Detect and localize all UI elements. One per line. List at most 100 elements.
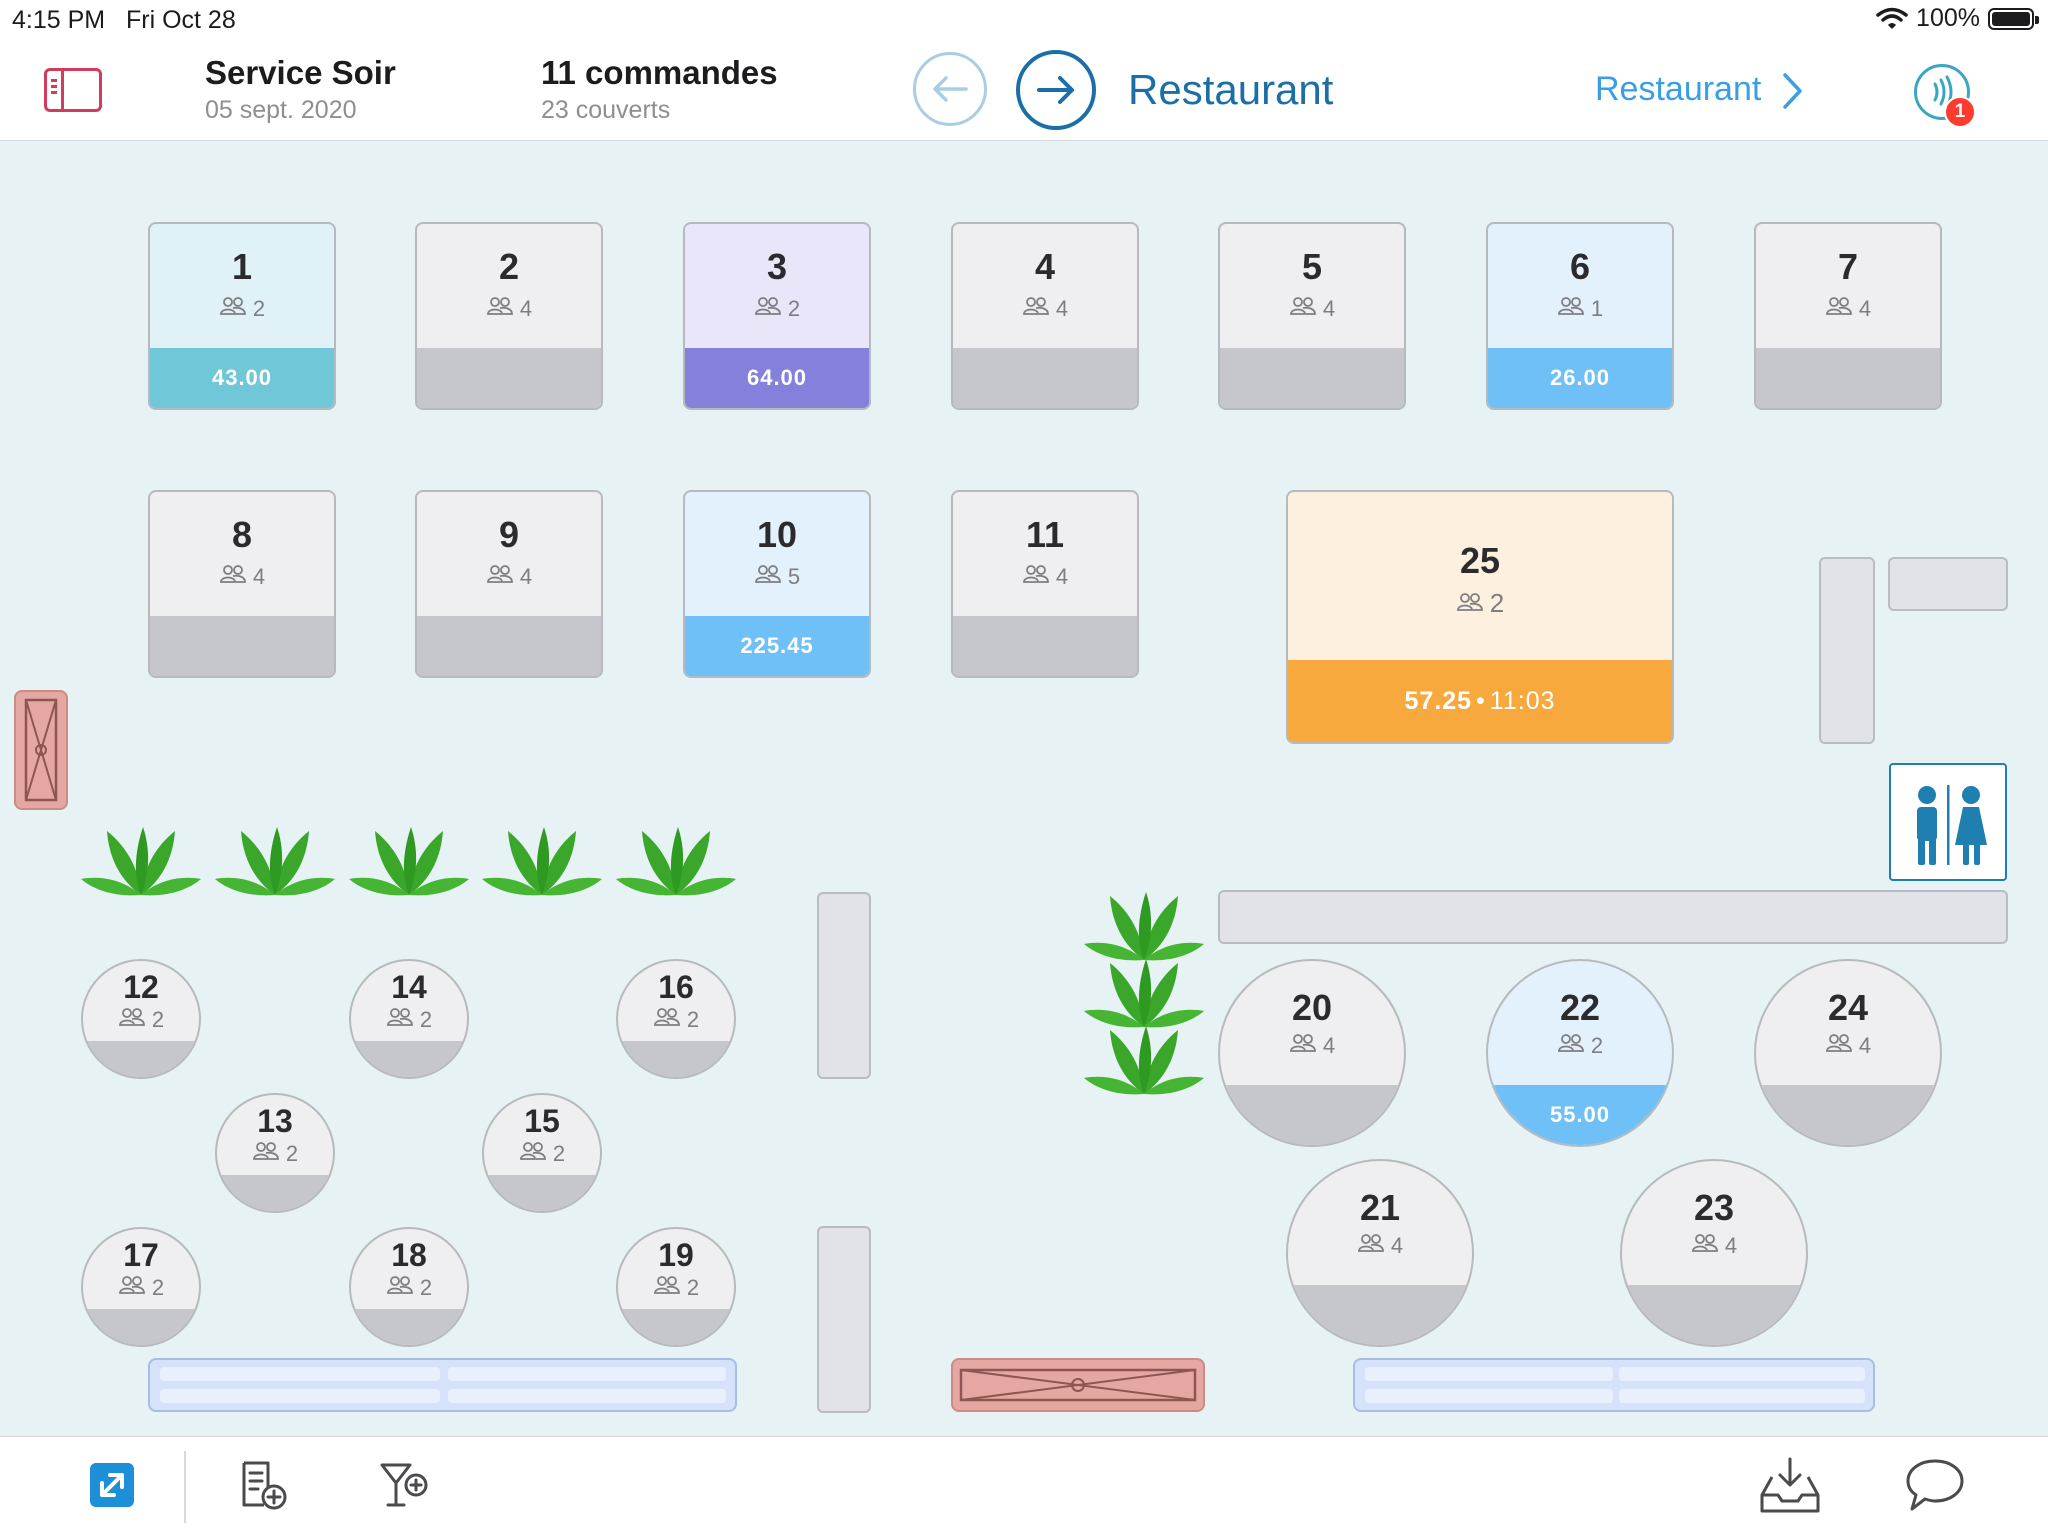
table-2[interactable]: 24 (415, 222, 603, 410)
covers-value: 2 (1590, 1033, 1604, 1058)
people-icon (486, 296, 514, 322)
table-6[interactable]: 6 1 26.00 (1486, 222, 1674, 410)
table-15[interactable]: 15 2 (482, 1093, 602, 1213)
people-icon (519, 1141, 547, 1167)
table-number: 6 (1569, 246, 1591, 287)
next-room-button[interactable] (1016, 50, 1096, 130)
table-23[interactable]: 23 4 (1620, 1159, 1808, 1347)
table-8[interactable]: 84 (148, 490, 336, 678)
table-covers: 4 (953, 296, 1137, 322)
table-number: 23 (1693, 1187, 1735, 1228)
table-covers: 4 (150, 564, 334, 590)
chat-bubble-icon[interactable] (1904, 1457, 1966, 1513)
table-number: 8 (231, 514, 253, 555)
table-covers: 2 (618, 1007, 734, 1033)
table-status-bar (150, 616, 334, 676)
people-icon (1557, 296, 1585, 322)
covers-count: 23 couverts (541, 96, 671, 124)
table-3[interactable]: 3 2 64.00 (683, 222, 871, 410)
table-12[interactable]: 12 2 (81, 959, 201, 1079)
people-icon (1557, 1033, 1585, 1059)
table-status-bar: 43.00 (150, 348, 334, 408)
status-date: Fri Oct 28 (126, 6, 236, 34)
table-14[interactable]: 14 2 (349, 959, 469, 1079)
table-status-bar: 57.25 • 11:03 (1288, 660, 1672, 742)
people-icon (1691, 1233, 1719, 1259)
table-status-bar (351, 1041, 467, 1077)
inbox-download-icon[interactable] (1758, 1455, 1822, 1515)
table-21[interactable]: 21 4 (1286, 1159, 1474, 1347)
table-9[interactable]: 94 (415, 490, 603, 678)
table-22[interactable]: 22 2 55.00 (1486, 959, 1674, 1147)
people-icon (252, 1141, 280, 1167)
table-status-bar (351, 1309, 467, 1345)
table-4[interactable]: 44 (951, 222, 1139, 410)
table-status-bar (484, 1175, 600, 1211)
table-20[interactable]: 20 4 (1218, 959, 1406, 1147)
people-icon (653, 1007, 681, 1033)
door-icon (951, 1358, 1205, 1412)
table-covers: 2 (83, 1007, 199, 1033)
covers-value: 2 (1489, 588, 1505, 618)
table-19[interactable]: 19 2 (616, 1227, 736, 1347)
table-status-bar (83, 1309, 199, 1345)
table-5[interactable]: 54 (1218, 222, 1406, 410)
header: Service Soir 05 sept. 2020 11 commandes … (0, 40, 2048, 141)
room-selector-link[interactable]: Restaurant (1595, 70, 1761, 109)
people-icon (486, 564, 514, 590)
chevron-right-icon[interactable] (1782, 72, 1804, 110)
people-icon (219, 564, 247, 590)
table-covers: 4 (417, 296, 601, 322)
people-icon (1825, 1033, 1853, 1059)
table-covers: 2 (351, 1275, 467, 1301)
table-18[interactable]: 18 2 (349, 1227, 469, 1347)
table-10[interactable]: 10 5 225.45 (683, 490, 871, 678)
people-icon (1825, 296, 1853, 322)
restroom-icon (1889, 763, 2007, 881)
table-status-bar (1220, 1085, 1404, 1145)
table-13[interactable]: 13 2 (215, 1093, 335, 1213)
table-17[interactable]: 17 2 (81, 1227, 201, 1347)
sidebar-toggle-icon[interactable] (44, 68, 102, 112)
table-amount: 55.00 (1549, 1102, 1611, 1127)
move-table-icon[interactable] (88, 1461, 136, 1509)
table-amount: 43.00 (211, 365, 273, 390)
new-order-icon[interactable] (236, 1459, 288, 1511)
toolbar-divider (184, 1451, 186, 1523)
covers-value: 1 (1590, 296, 1604, 321)
table-25[interactable]: 25 2 57.25 • 11:03 (1286, 490, 1674, 744)
bottom-toolbar (0, 1436, 2048, 1537)
table-covers: 4 (1220, 296, 1404, 322)
people-icon (1022, 564, 1050, 590)
table-covers: 4 (1288, 1233, 1472, 1259)
table-number: 7 (1837, 246, 1859, 287)
covers-value: 2 (151, 1007, 165, 1032)
separator-dot: • (1476, 686, 1486, 715)
table-covers: 1 (1488, 296, 1672, 322)
table-24[interactable]: 24 4 (1754, 959, 1942, 1147)
table-1[interactable]: 1 2 43.00 (148, 222, 336, 410)
table-status-bar: 55.00 (1488, 1085, 1672, 1145)
room-title: Restaurant (1128, 66, 1334, 113)
bench-seat (1353, 1358, 1875, 1412)
status-time: 4:15 PM (12, 6, 106, 34)
table-11[interactable]: 11 4 (951, 490, 1139, 678)
table-number: 5 (1301, 246, 1323, 287)
covers-value: 2 (686, 1007, 700, 1032)
previous-room-button[interactable] (913, 52, 987, 126)
people-icon (754, 564, 782, 590)
table-amount: 225.45 (740, 633, 814, 658)
door-icon (14, 690, 68, 810)
table-number: 3 (766, 246, 788, 287)
table-status-bar (1756, 1085, 1940, 1145)
table-status-bar (618, 1041, 734, 1077)
table-16[interactable]: 16 2 (616, 959, 736, 1079)
people-icon (1456, 588, 1484, 619)
partition-wall (817, 892, 871, 1079)
table-7[interactable]: 74 (1754, 222, 1942, 410)
new-drink-icon[interactable] (378, 1459, 430, 1511)
table-number: 13 (257, 1103, 293, 1139)
table-covers: 4 (1220, 1033, 1404, 1059)
orders-count: 11 commandes (541, 54, 778, 91)
covers-value: 4 (1724, 1233, 1738, 1258)
